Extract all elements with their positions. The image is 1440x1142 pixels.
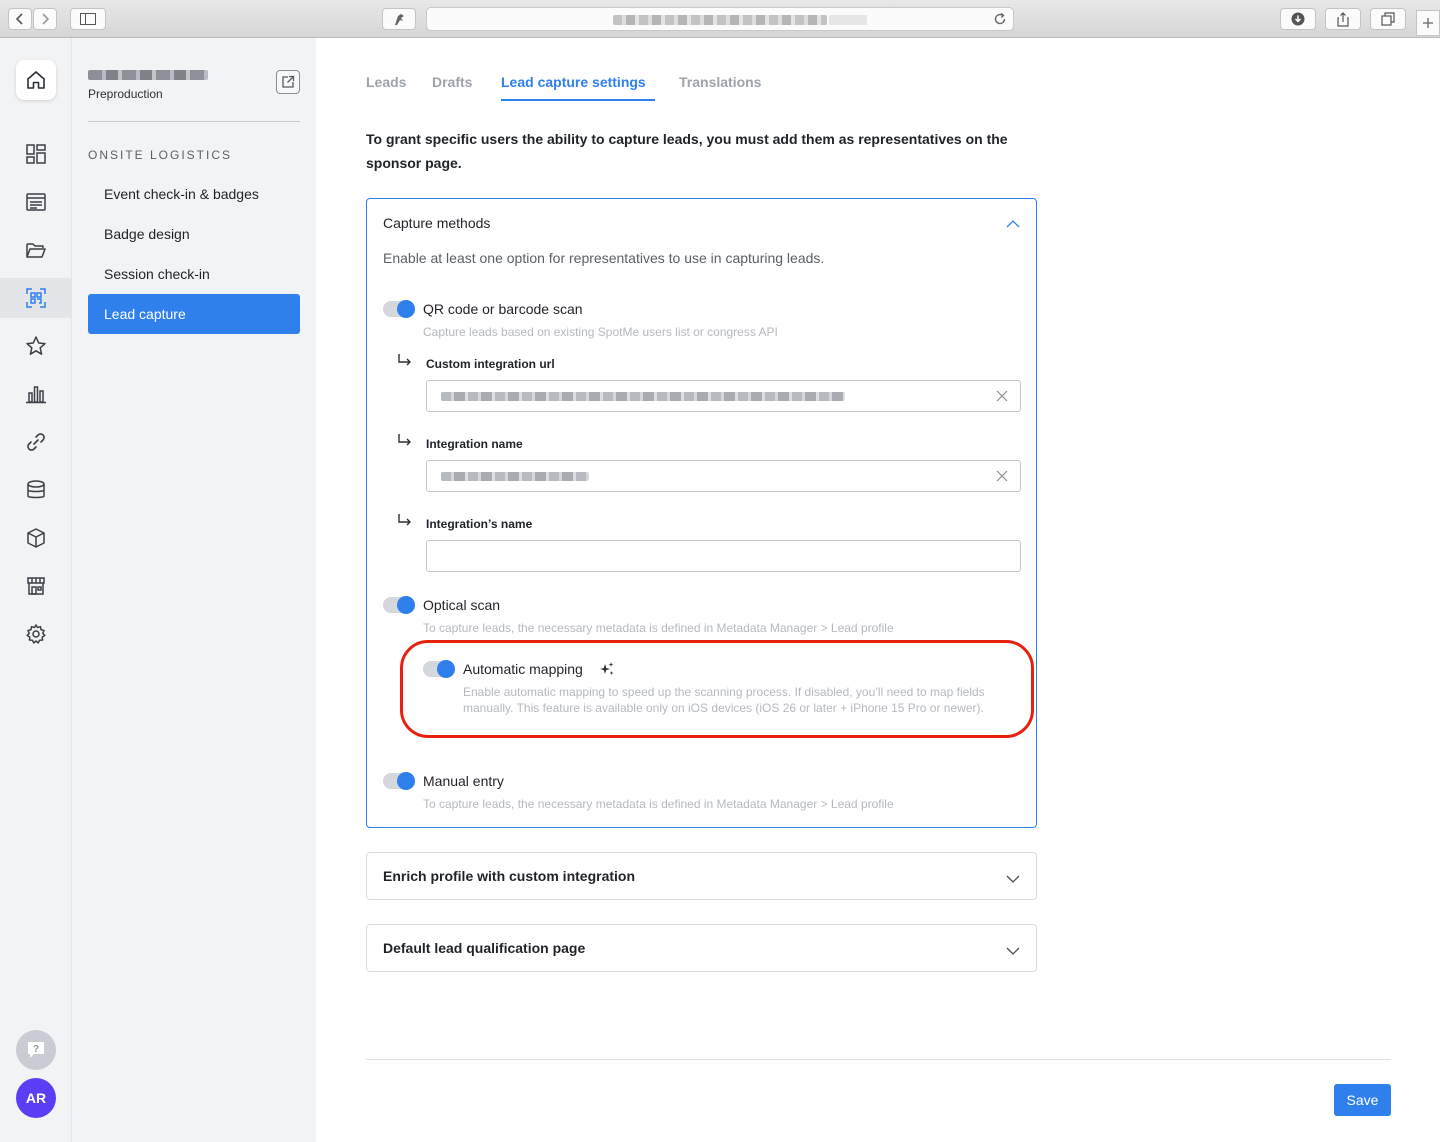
save-button[interactable]: Save (1334, 1084, 1391, 1116)
enrich-profile-panel[interactable]: Enrich profile with custom integration (366, 852, 1037, 900)
dashboard-icon[interactable] (0, 134, 72, 174)
tab-lead-capture-settings[interactable]: Lead capture settings (501, 74, 646, 90)
intro-text: To grant specific users the ability to c… (366, 131, 1008, 171)
optical-scan-label: Optical scan (423, 597, 501, 613)
sidebar-item-event-check-in[interactable]: Event check-in & badges (88, 174, 300, 214)
sidebar-item-badge-design[interactable]: Badge design (88, 214, 300, 254)
integration-name-label: Integration name (426, 437, 523, 451)
panel-subtitle: Enable at least one option for represent… (383, 250, 825, 266)
qr-scan-toggle[interactable] (383, 300, 415, 318)
external-link-icon[interactable] (276, 70, 300, 94)
bar-chart-icon[interactable] (0, 374, 72, 414)
icon-rail: ? AR (0, 38, 72, 1142)
annotation-highlight (400, 640, 1034, 738)
url-text (613, 15, 827, 25)
link-icon[interactable] (0, 422, 72, 462)
qr-scan-icon[interactable] (0, 278, 72, 318)
qr-scan-description: Capture leads based on existing SpotMe u… (423, 325, 778, 339)
help-symbol: ? (33, 1044, 39, 1055)
sidebar-item-lead-capture[interactable]: Lead capture (88, 294, 300, 334)
section-title: ONSITE LOGISTICS (88, 148, 233, 162)
panel-title: Default lead qualification page (383, 940, 586, 956)
folder-icon[interactable] (0, 230, 72, 270)
panel-title: Enrich profile with custom integration (383, 868, 636, 884)
help-button[interactable]: ? (16, 1030, 56, 1070)
url-text-tail (829, 15, 867, 25)
redacted-value (441, 472, 589, 481)
clear-icon[interactable] (996, 469, 1008, 487)
list-icon[interactable] (0, 182, 72, 222)
sub-arrow-icon (397, 513, 413, 532)
address-bar[interactable] (426, 7, 1014, 31)
optical-scan-description: To capture leads, the necessary metadata… (423, 621, 894, 635)
chevron-up-icon[interactable] (1006, 216, 1020, 234)
manual-entry-description: To capture leads, the necessary metadata… (423, 797, 894, 811)
event-name-redacted (88, 70, 208, 80)
database-icon[interactable] (0, 470, 72, 510)
manual-entry-label: Manual entry (423, 773, 504, 789)
integration-name-input[interactable] (426, 460, 1021, 492)
gear-icon[interactable] (0, 614, 72, 654)
tab-leads[interactable]: Leads (366, 74, 406, 90)
environment-label: Preproduction (88, 87, 163, 101)
manual-entry-toggle[interactable] (383, 772, 415, 790)
share-icon[interactable] (1325, 8, 1361, 30)
chevron-down-icon[interactable] (1006, 871, 1020, 889)
active-tab-underline (501, 99, 655, 101)
browser-toolbar (0, 0, 1440, 38)
clear-icon[interactable] (996, 389, 1008, 407)
tabs-overview-icon[interactable] (1370, 8, 1406, 30)
chevron-down-icon[interactable] (1006, 943, 1020, 961)
qr-scan-label: QR code or barcode scan (423, 301, 583, 317)
sidebar-divider (88, 121, 300, 122)
integrations-name-input[interactable] (426, 540, 1021, 572)
footer-divider (366, 1059, 1391, 1060)
panel-title[interactable]: Capture methods (383, 215, 490, 231)
downloads-icon[interactable] (1280, 8, 1316, 30)
user-avatar[interactable]: AR (16, 1078, 56, 1118)
custom-integration-url-input[interactable] (426, 380, 1021, 412)
secondary-sidebar: Preproduction ONSITE LOGISTICS Event che… (72, 38, 316, 1142)
reload-icon[interactable] (993, 12, 1007, 31)
tab-translations[interactable]: Translations (679, 74, 761, 90)
redacted-value (441, 392, 845, 401)
cube-icon[interactable] (0, 518, 72, 558)
sidebar-item-session-check-in[interactable]: Session check-in (88, 254, 300, 294)
sub-arrow-icon (397, 353, 413, 372)
default-qualification-panel[interactable]: Default lead qualification page (366, 924, 1037, 972)
tab-drafts[interactable]: Drafts (432, 74, 472, 90)
store-icon[interactable] (0, 566, 72, 606)
back-icon[interactable] (8, 8, 32, 30)
star-icon[interactable] (0, 326, 72, 366)
sidebar-toggle-icon[interactable] (70, 8, 106, 30)
extension-icon[interactable] (382, 8, 416, 30)
new-tab-icon[interactable] (1416, 10, 1440, 36)
optical-scan-toggle[interactable] (383, 596, 415, 614)
custom-integration-url-label: Custom integration url (426, 357, 555, 371)
home-icon[interactable] (16, 60, 56, 100)
sub-arrow-icon (397, 433, 413, 452)
forward-icon[interactable] (33, 8, 57, 30)
integrations-name-label: Integration’s name (426, 517, 533, 531)
